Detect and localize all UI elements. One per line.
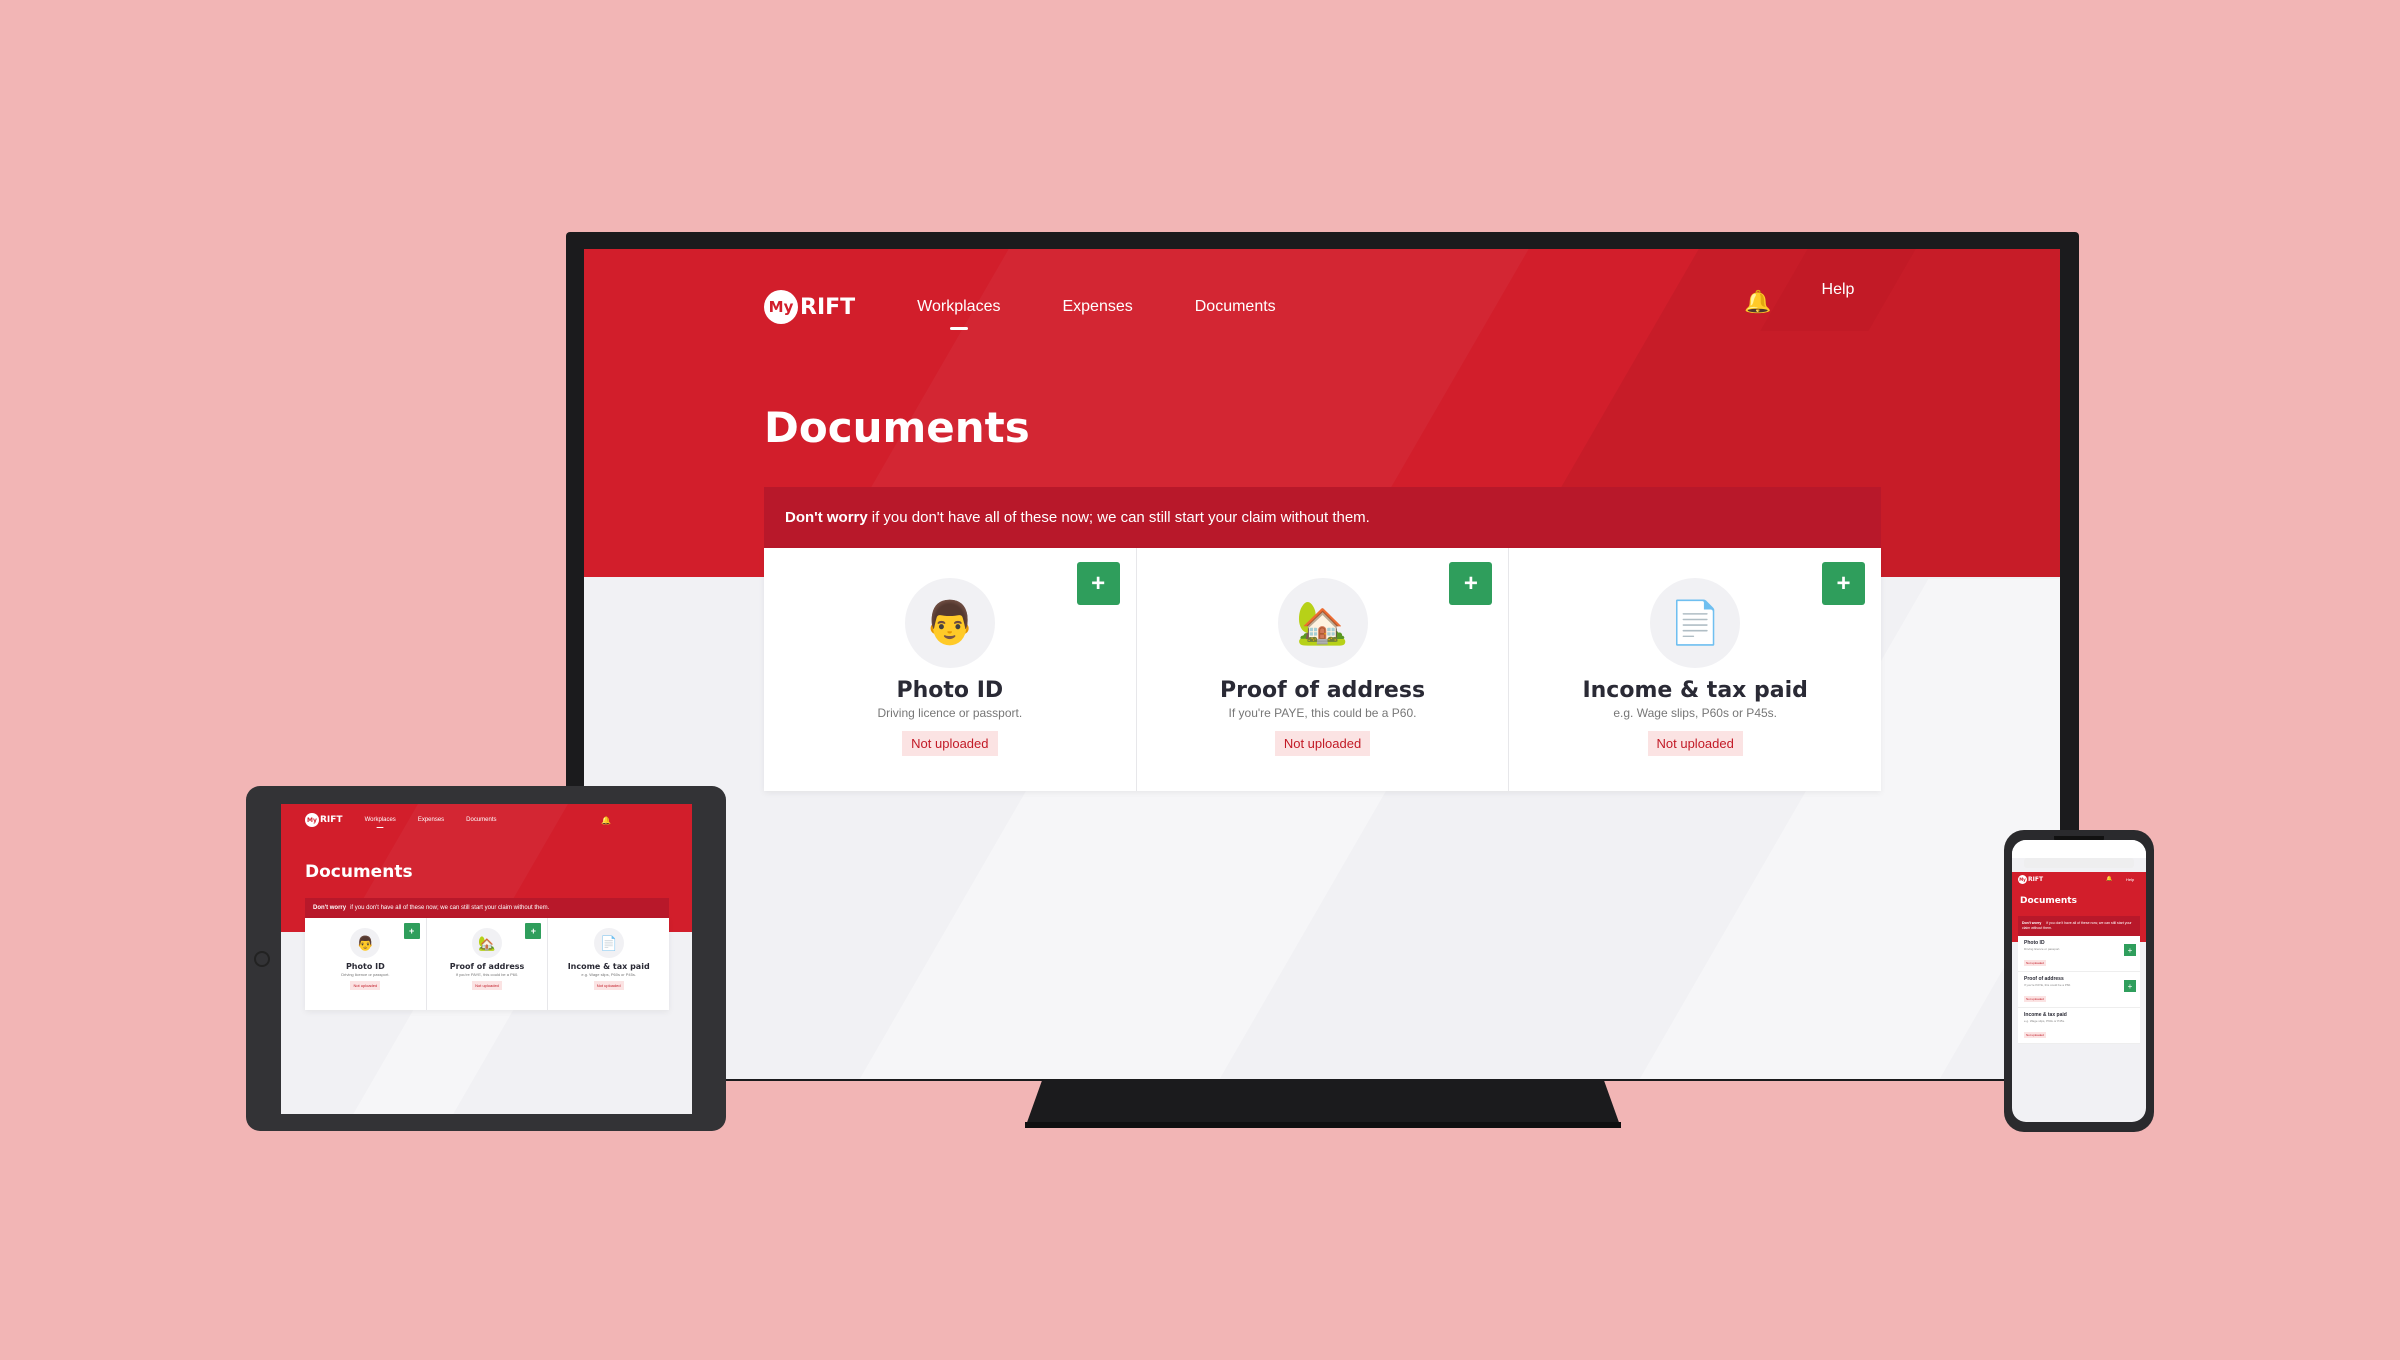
document-cards: + 👨 Photo ID Driving licence or passport… — [764, 548, 1881, 791]
card-proof-of-address: + 🏡 Proof of address If you're PAYE, thi… — [1137, 548, 1510, 791]
status-badge: Not uploaded — [2024, 960, 2046, 966]
document-cards: + 👨 Photo ID Driving licence or passport… — [305, 918, 669, 1010]
info-notice: Don't worry if you don't have all of the… — [764, 487, 1881, 548]
monitor-stand-base — [1025, 1122, 1621, 1128]
add-proof-of-address-button[interactable]: + — [1449, 562, 1493, 605]
list-item-proof-of-address: Proof of address If you're PAYE, this co… — [2018, 972, 2140, 1008]
browser-url-bar[interactable] — [2024, 858, 2134, 868]
desktop-app-screen: My RIFT Workplaces Expenses Documents 🔔 … — [584, 249, 2060, 1079]
bell-icon[interactable]: 🔔 — [601, 816, 611, 825]
add-photo-id-button[interactable]: + — [1076, 562, 1120, 605]
document-icon: 📄 — [593, 928, 624, 958]
card-income-tax: + 📄 Income & tax paid e.g. Wage slips, P… — [1509, 548, 1881, 791]
monitor-stand — [1025, 1078, 1621, 1128]
nav-workplaces[interactable]: Workplaces — [365, 817, 396, 823]
add-photo-id-button[interactable]: + — [2124, 944, 2136, 956]
bell-icon[interactable]: 🔔 — [1744, 289, 1771, 315]
nav-documents[interactable]: Documents — [1195, 298, 1276, 316]
nav-workplaces[interactable]: Workplaces — [917, 298, 1000, 316]
phone-app-screen: My RIFT 🔔 Help Documents Don't worry if … — [2012, 840, 2146, 1122]
status-badge: Not uploaded — [902, 731, 998, 756]
card-proof-of-address: + 🏡 Proof of address If you're PAYE, thi… — [427, 918, 549, 1010]
status-badge: Not uploaded — [472, 981, 502, 990]
person-icon: 👨 — [350, 928, 381, 958]
myrift-logo[interactable]: My RIFT — [764, 290, 855, 324]
status-badge: Not uploaded — [1274, 731, 1371, 756]
tablet-camera — [254, 951, 270, 967]
nav-expenses[interactable]: Expenses — [1062, 298, 1132, 316]
info-notice: Don't worry if you don't have all of the… — [305, 898, 669, 918]
add-income-tax-button[interactable]: + — [1822, 562, 1866, 605]
myrift-logo[interactable]: My RIFT — [2018, 874, 2043, 884]
help-button[interactable]: Help — [1760, 249, 1916, 331]
add-proof-of-address-button[interactable]: + — [2124, 980, 2136, 992]
person-icon: 👨 — [904, 578, 995, 668]
status-badge: Not uploaded — [2024, 1032, 2046, 1038]
document-icon: 📄 — [1650, 578, 1741, 668]
status-badge: Not uploaded — [1647, 731, 1743, 756]
list-item-photo-id: Photo ID Driving licence or passport. No… — [2018, 936, 2140, 972]
top-nav: My RIFT Workplaces Expenses Documents — [305, 812, 497, 828]
page-title: Documents — [2020, 896, 2077, 906]
house-icon: 🏡 — [472, 928, 502, 958]
card-photo-id: + 👨 Photo ID Driving licence or passport… — [764, 548, 1137, 791]
card-photo-id: + 👨 Photo ID Driving licence or passport… — [305, 918, 427, 1010]
house-icon: 🏡 — [1277, 578, 1368, 668]
tablet-app-screen: My RIFT Workplaces Expenses Documents 🔔 … — [281, 804, 692, 1114]
info-notice: Don't worry if you don't have all of the… — [2018, 916, 2140, 936]
page-title: Documents — [764, 403, 1030, 452]
status-badge: Not uploaded — [350, 981, 381, 990]
document-list: Photo ID Driving licence or passport. No… — [2018, 936, 2140, 1044]
add-photo-id-button[interactable]: + — [403, 923, 420, 939]
add-proof-of-address-button[interactable]: + — [525, 923, 542, 939]
status-badge: Not uploaded — [2024, 996, 2046, 1002]
top-nav: My RIFT Workplaces Expenses Documents — [764, 287, 1276, 327]
nav-expenses[interactable]: Expenses — [418, 817, 444, 823]
card-income-tax: 📄 Income & tax paid e.g. Wage slips, P60… — [548, 918, 669, 1010]
page-title: Documents — [305, 862, 413, 882]
phone-status-bar — [2012, 840, 2146, 858]
top-nav: My RIFT — [2018, 874, 2043, 884]
bell-icon[interactable]: 🔔 — [2106, 876, 2112, 882]
myrift-logo[interactable]: My RIFT — [305, 813, 343, 827]
list-item-income-tax: Income & tax paid e.g. Wage slips, P60s … — [2018, 1008, 2140, 1044]
nav-documents[interactable]: Documents — [466, 817, 496, 823]
status-badge: Not uploaded — [593, 981, 624, 990]
help-link[interactable]: Help — [2126, 877, 2134, 882]
